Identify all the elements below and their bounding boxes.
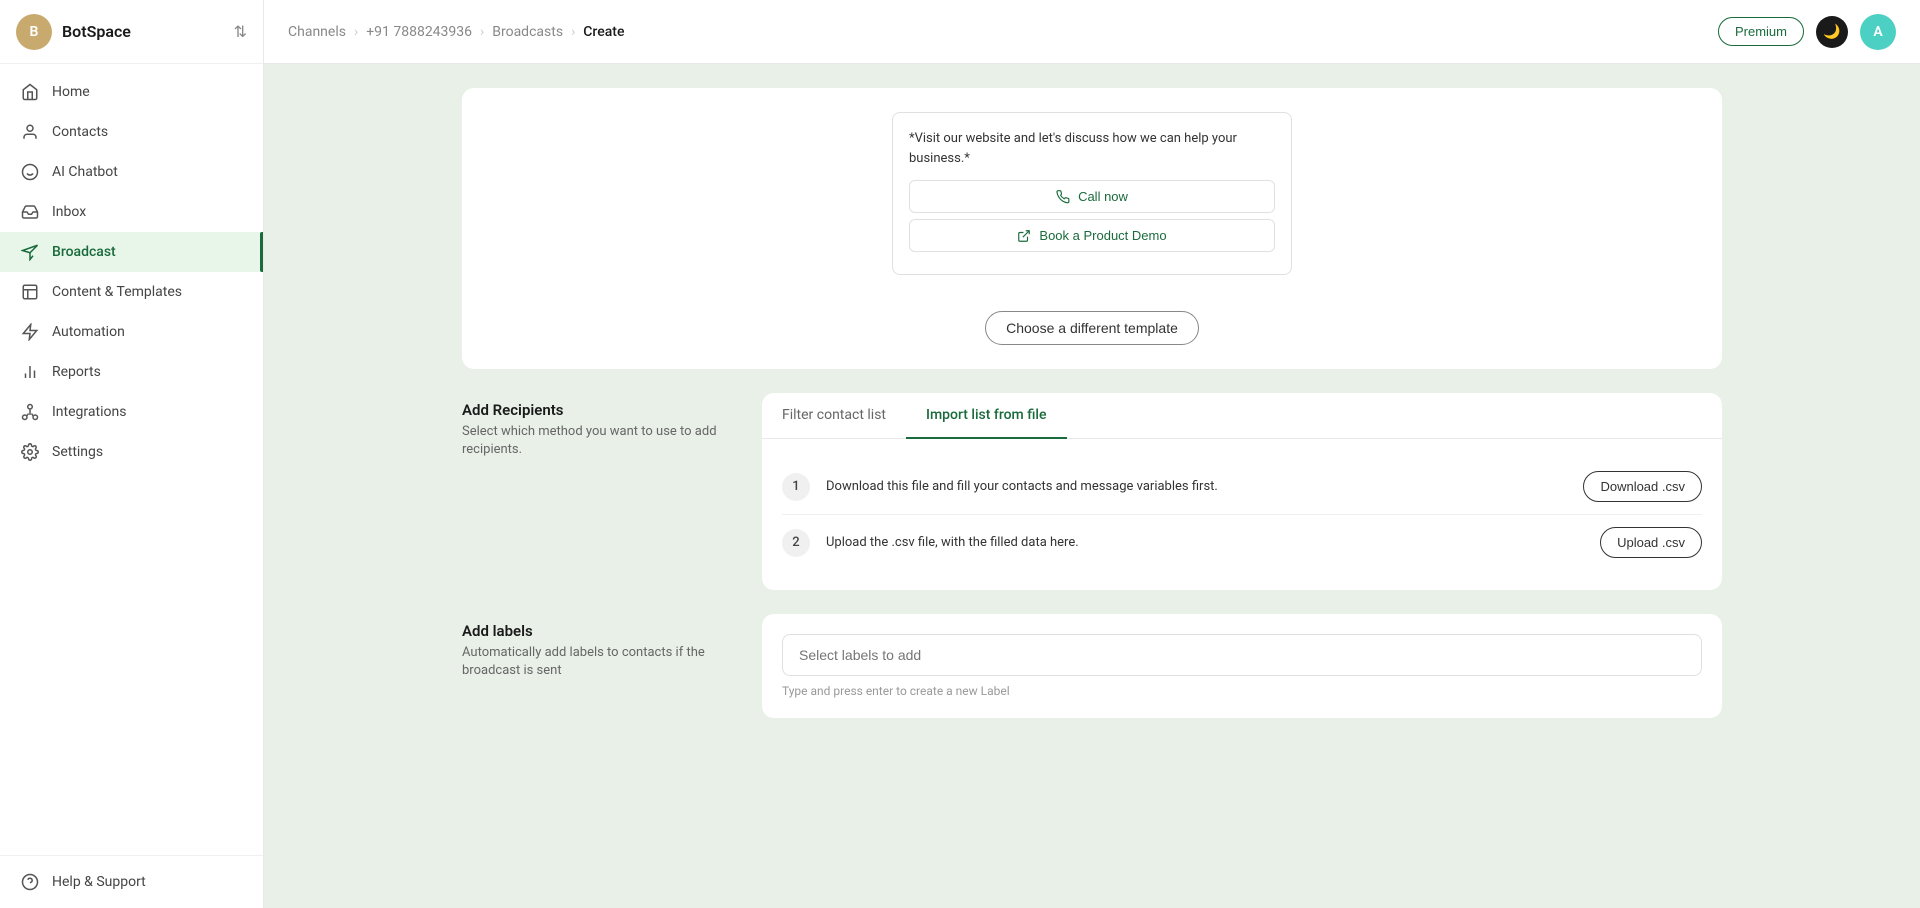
theme-toggle-button[interactable]: 🌙 (1816, 16, 1848, 48)
content-icon (20, 282, 40, 302)
brand-name: BotSpace (62, 22, 224, 41)
recipients-section-content: Filter contact list Import list from fil… (762, 393, 1722, 590)
sidebar-item-content-templates-label: Content & Templates (52, 284, 182, 300)
template-demo-btn[interactable]: Book a Product Demo (909, 219, 1275, 252)
sidebar: B BotSpace ⇅ Home Contacts AI Chatbot (0, 0, 264, 908)
breadcrumb-broadcasts[interactable]: Broadcasts (492, 24, 563, 40)
sidebar-item-home[interactable]: Home (0, 72, 263, 112)
integrations-icon (20, 402, 40, 422)
settings-icon (20, 442, 40, 462)
phone-icon (1056, 190, 1070, 204)
sidebar-item-ai-chatbot-label: AI Chatbot (52, 164, 118, 180)
home-icon (20, 82, 40, 102)
labels-description: Automatically add labels to contacts if … (462, 644, 722, 680)
sidebar-item-automation[interactable]: Automation (0, 312, 263, 352)
premium-button[interactable]: Premium (1718, 17, 1804, 46)
template-preview-card: *Visit our website and let's discuss how… (462, 88, 1722, 369)
user-avatar[interactable]: A (1860, 14, 1896, 50)
labels-input[interactable] (782, 634, 1702, 676)
template-call-btn[interactable]: Call now (909, 180, 1275, 213)
content-inner: *Visit our website and let's discuss how… (422, 64, 1762, 782)
breadcrumb-channels[interactable]: Channels (288, 24, 346, 40)
step-1-row: 1 Download this file and fill your conta… (782, 459, 1702, 515)
inbox-icon (20, 202, 40, 222)
tab-filter-contact[interactable]: Filter contact list (762, 393, 906, 439)
sidebar-item-integrations-label: Integrations (52, 404, 126, 420)
labels-hint: Type and press enter to create a new Lab… (782, 684, 1702, 698)
labels-card: Type and press enter to create a new Lab… (762, 614, 1722, 718)
sidebar-item-broadcast-label: Broadcast (52, 244, 116, 260)
sidebar-item-inbox[interactable]: Inbox (0, 192, 263, 232)
topbar: Channels › +91 7888243936 › Broadcasts ›… (264, 0, 1920, 64)
labels-heading: Add labels (462, 622, 722, 640)
topbar-right: Premium 🌙 A (1718, 14, 1896, 50)
nav-menu: Home Contacts AI Chatbot Inbox (0, 64, 263, 855)
main-area: Channels › +91 7888243936 › Broadcasts ›… (264, 0, 1920, 908)
labels-section-content: Type and press enter to create a new Lab… (762, 614, 1722, 718)
template-preview-text: *Visit our website and let's discuss how… (909, 129, 1275, 168)
template-preview-box: *Visit our website and let's discuss how… (892, 112, 1292, 275)
step-2-number: 2 (782, 529, 810, 557)
recipients-heading: Add Recipients (462, 401, 722, 419)
breadcrumb: Channels › +91 7888243936 › Broadcasts ›… (288, 24, 624, 40)
recipients-card: Filter contact list Import list from fil… (762, 393, 1722, 590)
sidebar-toggle-icon[interactable]: ⇅ (234, 22, 247, 41)
sidebar-item-settings[interactable]: Settings (0, 432, 263, 472)
contacts-icon (20, 122, 40, 142)
sidebar-footer: Help & Support (0, 855, 263, 908)
recipients-description: Select which method you want to use to a… (462, 423, 722, 459)
tab-import-file[interactable]: Import list from file (906, 393, 1066, 439)
import-tab-content: 1 Download this file and fill your conta… (762, 439, 1722, 590)
sidebar-item-settings-label: Settings (52, 444, 103, 460)
sidebar-item-broadcast[interactable]: Broadcast (0, 232, 263, 272)
sidebar-item-content-templates[interactable]: Content & Templates (0, 272, 263, 312)
choose-template-button[interactable]: Choose a different template (985, 311, 1199, 345)
sidebar-header: B BotSpace ⇅ (0, 0, 263, 64)
brand-avatar: B (16, 14, 52, 50)
link-icon (1017, 229, 1031, 243)
sidebar-item-integrations[interactable]: Integrations (0, 392, 263, 432)
step-2-text: Upload the .csv file, with the filled da… (826, 535, 1584, 550)
help-icon (20, 872, 40, 892)
recipients-tab-bar: Filter contact list Import list from fil… (762, 393, 1722, 439)
step-1-number: 1 (782, 473, 810, 501)
breadcrumb-sep-3: › (571, 24, 575, 40)
sidebar-item-ai-chatbot[interactable]: AI Chatbot (0, 152, 263, 192)
breadcrumb-phone[interactable]: +91 7888243936 (366, 24, 472, 40)
broadcast-icon (20, 242, 40, 262)
labels-section: Add labels Automatically add labels to c… (462, 614, 1722, 718)
recipients-section: Add Recipients Select which method you w… (462, 393, 1722, 590)
help-support-item[interactable]: Help & Support (20, 872, 243, 892)
ai-chatbot-icon (20, 162, 40, 182)
step-1-text: Download this file and fill your contact… (826, 479, 1567, 494)
step-2-row: 2 Upload the .csv file, with the filled … (782, 515, 1702, 570)
breadcrumb-current: Create (583, 24, 624, 40)
sidebar-item-home-label: Home (52, 84, 90, 100)
automation-icon (20, 322, 40, 342)
labels-section-label: Add labels Automatically add labels to c… (462, 614, 722, 680)
call-now-label: Call now (1078, 189, 1128, 204)
book-demo-label: Book a Product Demo (1039, 228, 1166, 243)
sidebar-item-reports[interactable]: Reports (0, 352, 263, 392)
sidebar-item-contacts[interactable]: Contacts (0, 112, 263, 152)
download-csv-button[interactable]: Download .csv (1583, 471, 1702, 502)
breadcrumb-sep-1: › (354, 24, 358, 40)
sidebar-item-automation-label: Automation (52, 324, 125, 340)
moon-icon: 🌙 (1823, 24, 1840, 40)
help-support-label: Help & Support (52, 874, 146, 890)
upload-csv-button[interactable]: Upload .csv (1600, 527, 1702, 558)
content-area: *Visit our website and let's discuss how… (264, 64, 1920, 908)
sidebar-item-contacts-label: Contacts (52, 124, 108, 140)
recipients-section-label: Add Recipients Select which method you w… (462, 393, 722, 459)
breadcrumb-sep-2: › (480, 24, 484, 40)
sidebar-item-inbox-label: Inbox (52, 204, 86, 220)
reports-icon (20, 362, 40, 382)
sidebar-item-reports-label: Reports (52, 364, 101, 380)
